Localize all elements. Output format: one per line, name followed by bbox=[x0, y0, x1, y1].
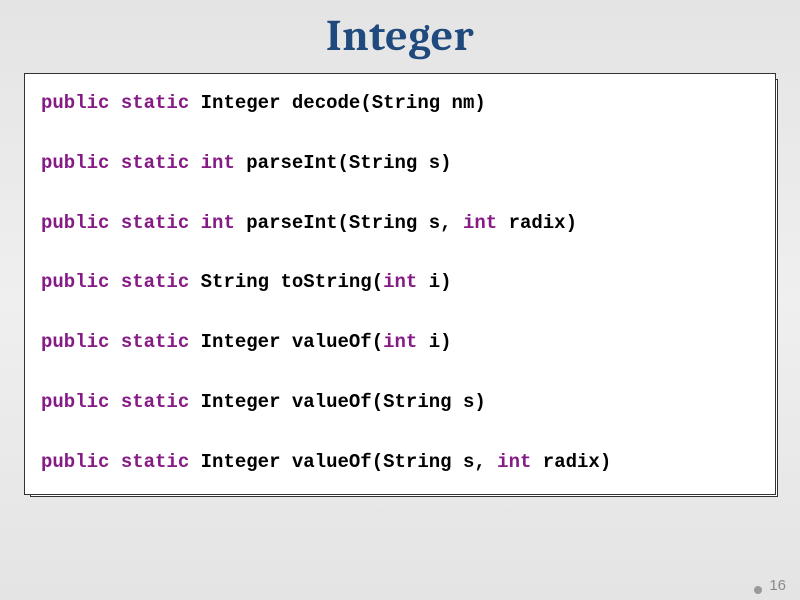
keyword-public: public bbox=[41, 331, 109, 353]
code-line: public static Integer valueOf(String s, … bbox=[41, 451, 759, 475]
code-line: public static Integer decode(String nm) bbox=[41, 92, 759, 116]
keyword-static: static bbox=[121, 451, 189, 473]
method-name: parseInt bbox=[246, 212, 337, 234]
param-type: String bbox=[383, 451, 451, 473]
code-panel: public static Integer decode(String nm)p… bbox=[24, 73, 776, 495]
return-type: Integer bbox=[201, 331, 281, 353]
code-line: public static Integer valueOf(String s) bbox=[41, 391, 759, 415]
keyword-public: public bbox=[41, 212, 109, 234]
keyword-static: static bbox=[121, 331, 189, 353]
param-name: s bbox=[463, 391, 474, 413]
param-type: int bbox=[463, 212, 497, 234]
keyword-static: static bbox=[121, 271, 189, 293]
param-type: int bbox=[383, 271, 417, 293]
param-type: String bbox=[349, 152, 417, 174]
return-type: int bbox=[201, 212, 235, 234]
return-type: Integer bbox=[201, 391, 281, 413]
param-name: i bbox=[429, 331, 440, 353]
param-type: int bbox=[383, 331, 417, 353]
param-type: int bbox=[497, 451, 531, 473]
code-line: public static int parseInt(String s) bbox=[41, 152, 759, 176]
method-name: parseInt bbox=[246, 152, 337, 174]
keyword-public: public bbox=[41, 271, 109, 293]
return-type: Integer bbox=[201, 451, 281, 473]
method-name: valueOf bbox=[292, 451, 372, 473]
param-name: s bbox=[429, 212, 440, 234]
code-panel-body: public static Integer decode(String nm)p… bbox=[24, 73, 776, 495]
param-type: String bbox=[372, 92, 440, 114]
keyword-public: public bbox=[41, 152, 109, 174]
method-name: toString bbox=[280, 271, 371, 293]
code-line: public static Integer valueOf(int i) bbox=[41, 331, 759, 355]
method-name: valueOf bbox=[292, 391, 372, 413]
code-line: public static String toString(int i) bbox=[41, 271, 759, 295]
param-type: String bbox=[349, 212, 417, 234]
param-name: nm bbox=[452, 92, 475, 114]
param-name: radix bbox=[543, 451, 600, 473]
keyword-public: public bbox=[41, 92, 109, 114]
keyword-static: static bbox=[121, 391, 189, 413]
param-name: radix bbox=[509, 212, 566, 234]
footer-bullet-icon bbox=[754, 586, 762, 594]
slide: Integer public static Integer decode(Str… bbox=[0, 0, 800, 600]
return-type: Integer bbox=[201, 92, 281, 114]
param-name: i bbox=[429, 271, 440, 293]
slide-title: Integer bbox=[18, 10, 782, 61]
keyword-public: public bbox=[41, 451, 109, 473]
page-number: 16 bbox=[769, 577, 786, 594]
return-type: String bbox=[201, 271, 269, 293]
param-type: String bbox=[383, 391, 451, 413]
keyword-static: static bbox=[121, 92, 189, 114]
method-name: valueOf bbox=[292, 331, 372, 353]
keyword-static: static bbox=[121, 212, 189, 234]
code-line: public static int parseInt(String s, int… bbox=[41, 212, 759, 236]
keyword-static: static bbox=[121, 152, 189, 174]
return-type: int bbox=[201, 152, 235, 174]
keyword-public: public bbox=[41, 391, 109, 413]
param-name: s bbox=[463, 451, 474, 473]
method-name: decode bbox=[292, 92, 360, 114]
param-name: s bbox=[429, 152, 440, 174]
